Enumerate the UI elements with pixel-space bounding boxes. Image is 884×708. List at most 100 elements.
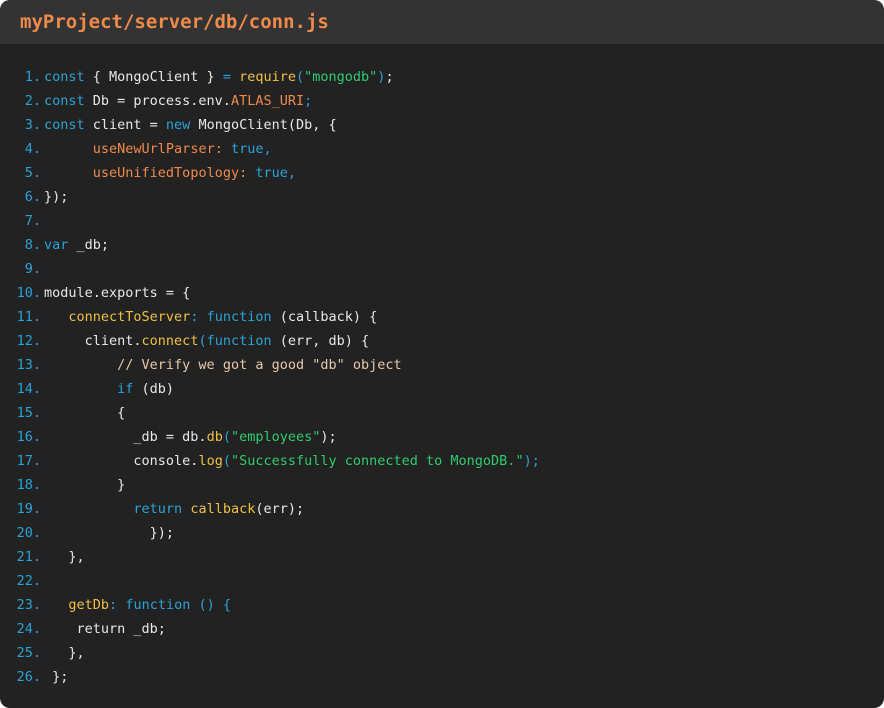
code-line[interactable]: 3. const client = new MongoClient(Db, { <box>0 113 884 137</box>
line-source: module.exports = { <box>44 281 190 305</box>
code-line[interactable]: 21. }, <box>0 545 884 569</box>
code-token: }, <box>44 645 85 661</box>
code-line[interactable]: 17. console.log("Successfully connected … <box>0 449 884 473</box>
code-token: client = <box>84 117 166 133</box>
line-number: 5. <box>24 165 41 181</box>
code-line[interactable]: 22. <box>0 569 884 593</box>
code-window: myProject/server/db/conn.js 1. const { Mo… <box>0 0 884 708</box>
line-source: client.connect(function (err, db) { <box>44 329 370 353</box>
function-token: callback <box>190 501 256 517</box>
code-editor[interactable]: 1. const { MongoClient } = require("mongo… <box>0 65 884 689</box>
code-line[interactable]: 16. _db = db.db("employees"); <box>0 425 884 449</box>
code-token: (callback) { <box>271 309 378 325</box>
code-line[interactable]: 15. { <box>0 401 884 425</box>
string-token: "Successfully connected to MongoDB." <box>230 453 524 469</box>
keyword-token: (function <box>198 333 272 349</box>
line-number: 2. <box>24 93 41 109</box>
line-number: 15. <box>16 405 41 421</box>
line-source: console.log("Successfully connected to M… <box>44 449 539 473</box>
function-token: require <box>239 69 296 85</box>
line-source: }, <box>44 641 85 665</box>
line-source: { <box>44 401 125 425</box>
keyword-token: ( <box>222 429 231 445</box>
line-number: 13. <box>16 357 41 373</box>
property-token: ATLAS_URI <box>230 93 305 109</box>
keyword-token: if <box>117 381 134 397</box>
code-line[interactable]: 26. }; <box>0 665 884 689</box>
function-token: getDb <box>68 597 110 613</box>
code-token: _db = db. <box>44 429 207 445</box>
line-source: if (db) <box>44 377 174 401</box>
string-token: "mongodb" <box>304 69 378 85</box>
line-source: var _db; <box>44 233 109 257</box>
keyword-token: () { <box>198 597 231 613</box>
keyword-token: : <box>109 597 118 613</box>
line-source: const client = new MongoClient(Db, { <box>44 113 337 137</box>
line-source: }, <box>44 545 84 569</box>
code-line[interactable]: 5. useUnifiedTopology: true, <box>0 161 884 185</box>
code-line[interactable]: 9. <box>0 257 884 281</box>
line-number: 17. <box>16 453 41 469</box>
code-token: ); <box>320 429 337 445</box>
line-number: 20. <box>16 525 41 541</box>
code-line[interactable]: 7. <box>0 209 884 233</box>
comment-token: // Verify we got a good "db" object <box>117 357 402 373</box>
code-line[interactable]: 11. connectToServer: function (callback)… <box>0 305 884 329</box>
code-line[interactable]: 1. const { MongoClient } = require("mongo… <box>0 65 884 89</box>
code-line[interactable]: 12. client.connect(function (err, db) { <box>0 329 884 353</box>
code-line[interactable]: 13. // Verify we got a good "db" object <box>0 353 884 377</box>
code-line[interactable]: 8. var _db; <box>0 233 884 257</box>
code-line[interactable]: 25. }, <box>0 641 884 665</box>
keyword-token: const <box>44 93 85 109</box>
code-line[interactable]: 2. const Db = process.env.ATLAS_URI; <box>0 89 884 113</box>
code-line[interactable]: 14. if (db) <box>0 377 884 401</box>
keyword-token: ( <box>222 453 231 469</box>
line-source: } <box>44 473 125 497</box>
file-path-title: myProject/server/db/conn.js <box>20 11 329 33</box>
code-token: }); <box>44 189 69 205</box>
line-source: // Verify we got a good "db" object <box>44 353 402 377</box>
keyword-token: new <box>165 117 191 133</box>
code-line[interactable]: 23. getDb: function () { <box>0 593 884 617</box>
keyword-token: true, <box>255 165 296 181</box>
line-source: }); <box>44 185 68 209</box>
code-line[interactable]: 10. module.exports = { <box>0 281 884 305</box>
code-line[interactable]: 19. return callback(err); <box>0 497 884 521</box>
keyword-token: var <box>44 237 69 253</box>
code-token: (err); <box>255 501 305 517</box>
line-number: 25. <box>16 645 41 661</box>
code-token: (db) <box>133 381 175 397</box>
code-line[interactable]: 20. }); <box>0 521 884 545</box>
line-number: 12. <box>16 333 41 349</box>
string-token: "employees" <box>230 429 321 445</box>
function-token: connect <box>141 333 199 349</box>
code-line[interactable]: 18. } <box>0 473 884 497</box>
code-line[interactable]: 4. useNewUrlParser: true, <box>0 137 884 161</box>
line-source: const { MongoClient } = require("mongodb… <box>44 65 394 89</box>
function-token: connectToServer <box>68 309 191 325</box>
property-token: useNewUrlParser: <box>92 141 223 157</box>
function-token: log <box>198 453 223 469</box>
keyword-token: const <box>44 117 85 133</box>
code-token: console. <box>44 453 199 469</box>
line-number: 11. <box>16 309 41 325</box>
line-source: useUnifiedTopology: true, <box>44 161 296 185</box>
code-line[interactable]: 6.}); <box>0 185 884 209</box>
line-number: 14. <box>16 381 41 397</box>
code-token: }; <box>44 669 69 685</box>
line-source: connectToServer: function (callback) { <box>44 305 377 329</box>
line-number: 7. <box>24 213 41 229</box>
code-token: { MongoClient } <box>84 69 223 85</box>
code-line[interactable]: 24. return _db; <box>0 617 884 641</box>
line-source: }); <box>44 521 174 545</box>
line-number: 4. <box>24 141 41 157</box>
title-bar: myProject/server/db/conn.js <box>0 0 884 44</box>
line-source: }; <box>44 665 68 689</box>
